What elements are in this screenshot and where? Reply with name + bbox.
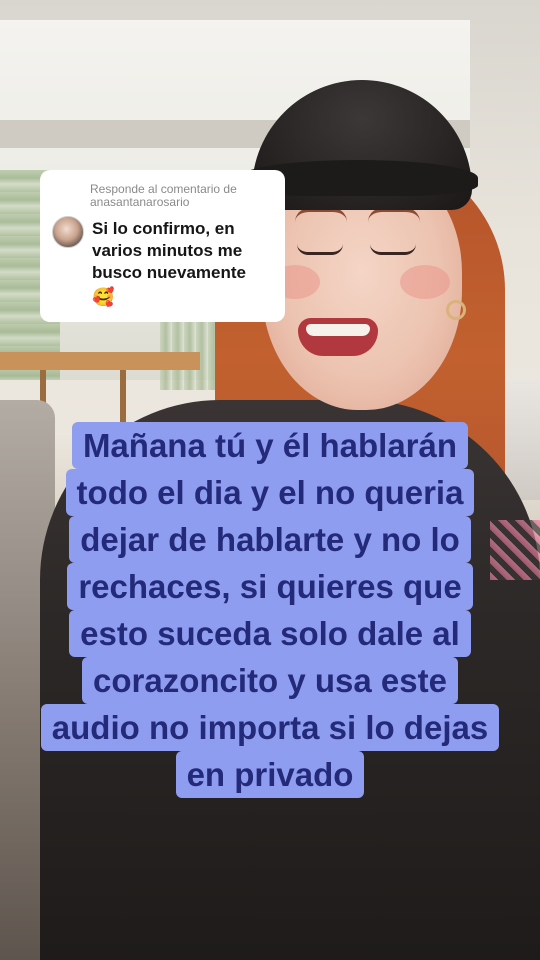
video-frame: Responde al comentario de anasantanarosa… [0,0,540,960]
comment-reply-card[interactable]: Responde al comentario de anasantanarosa… [40,170,285,322]
caption-line: audio no importa si lo dejas [40,704,500,751]
caption-line: esto suceda solo dale al [69,610,471,657]
reply-header: Responde al comentario de anasantanarosa… [90,182,237,209]
person-cheek [400,265,450,299]
person-teeth [306,324,370,336]
background-table [0,352,200,370]
smiling-face-hearts-icon: 🥰 [92,287,115,307]
caption-line: corazoncito y usa este [82,657,458,704]
person-earring [446,300,466,320]
reply-comment-body: Si lo confirmo, en varios minutos me bus… [92,219,246,282]
caption-line: rechaces, si quieres que [67,563,473,610]
caption-line: dejar de hablarte y no lo [69,516,471,563]
commenter-avatar-icon [52,216,84,248]
caption-line: Mañana tú y él hablarán [71,422,469,469]
caption-overlay: Mañana tú y él hablarán todo el dia y el… [0,422,540,798]
person-eyebrow [368,208,420,222]
person-eye-closed [297,244,343,255]
background-table-leg [120,370,126,430]
caption-line: en privado [175,751,365,798]
person-eyebrow [295,208,347,222]
reply-comment-text: Si lo confirmo, en varios minutos me bus… [92,218,278,308]
caption-line: todo el dia y el no queria [65,469,475,516]
person-eye-closed [370,244,416,255]
